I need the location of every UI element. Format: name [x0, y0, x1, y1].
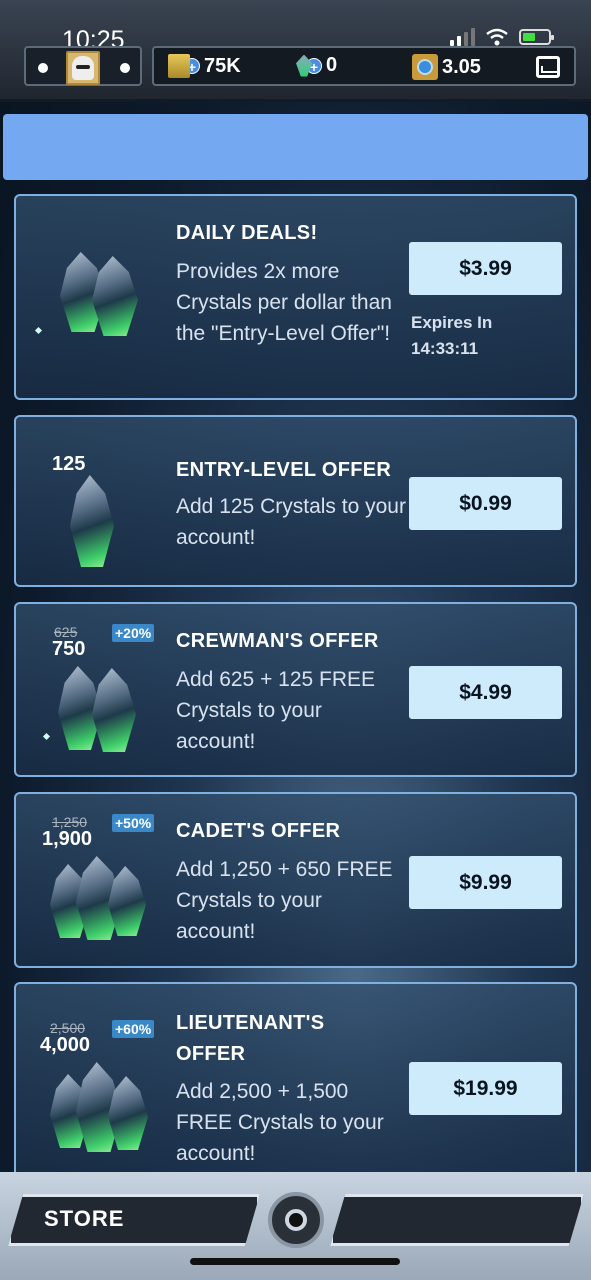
avatar[interactable] [66, 51, 100, 85]
offer-description: Add 625 + 125 FREE Crystals to your acco… [176, 668, 376, 753]
home-indicator[interactable] [190, 1258, 400, 1265]
status-icons [450, 28, 554, 46]
center-menu-button[interactable] [268, 1192, 324, 1248]
bottom-nav: STORE [0, 1172, 591, 1280]
trooper-helmet-icon [72, 56, 94, 80]
offer-title: CREWMAN'S OFFER [176, 630, 379, 652]
chip-icon [412, 54, 438, 80]
crystal-icon [92, 668, 136, 752]
dot-icon [38, 63, 48, 73]
header-banner [3, 114, 588, 180]
bonus-badge: +50% [112, 814, 155, 832]
crystal-icon [70, 475, 114, 567]
wifi-icon [486, 28, 508, 46]
buy-button[interactable]: $0.99 [409, 477, 562, 530]
crystal-amount: 125 [52, 453, 86, 475]
offer-description: Provides 2x more Crystals per dollar tha… [176, 260, 392, 345]
buy-button[interactable]: $3.99 [409, 242, 562, 295]
crystal-icon [92, 256, 138, 336]
offer-title: DAILY DEALS! [176, 222, 318, 244]
crystals-value: 0 [326, 54, 338, 76]
credits-value: 75K [204, 54, 241, 77]
bonus-badge: +60% [112, 1020, 155, 1038]
offer-card-lieutenant: 2,500 +60% 4,000 LIEUTENANT'S OFFER Add … [14, 982, 577, 1182]
store-tab-label: STORE [44, 1206, 125, 1231]
bonus-badge: +20% [112, 624, 155, 642]
buy-button[interactable]: $19.99 [409, 1062, 562, 1115]
crystal-amount: 1,900 [42, 828, 93, 850]
dot-icon [120, 63, 130, 73]
offer-title: CADET'S OFFER [176, 820, 341, 842]
offer-title: LIEUTENANT'S OFFER [176, 1012, 325, 1065]
currency-bar: + 75K + 0 3.05 [152, 46, 576, 86]
offer-card-daily-deals: DAILY DEALS! Provides 2x more Crystals p… [14, 194, 577, 400]
credits-icon [168, 54, 190, 78]
top-bar: 10:25 + 75K + 0 3.05 [0, 0, 591, 102]
offer-card-crewman: 625 +20% 750 CREWMAN'S OFFER Add 625 + 1… [14, 602, 577, 777]
signal-icon [450, 28, 475, 46]
sparkle-icon [34, 326, 43, 335]
offer-title: ENTRY-LEVEL OFFER [176, 459, 392, 481]
buy-button[interactable]: $9.99 [409, 856, 562, 909]
secondary-tab[interactable] [330, 1194, 584, 1246]
buy-button[interactable]: $4.99 [409, 666, 562, 719]
offer-card-entry-level: 125 ENTRY-LEVEL OFFER Add 125 Crystals t… [14, 415, 577, 587]
expires-time: 14:33:11 [411, 339, 479, 358]
inbox-icon[interactable] [536, 56, 560, 78]
offer-description: Add 1,250 + 650 FREE Crystals to your ac… [176, 858, 393, 943]
chips-display[interactable]: 3.05 [412, 54, 481, 80]
offer-card-cadet: 1,250 +50% 1,900 CADET'S OFFER Add 1,250… [14, 792, 577, 968]
credits-display[interactable]: + 75K [168, 54, 241, 78]
chips-value: 3.05 [442, 55, 481, 78]
menu-orb-icon [285, 1209, 307, 1231]
expires-label: Expires In [411, 313, 493, 332]
battery-icon [519, 29, 554, 45]
offer-description: Add 2,500 + 1,500 FREE Crystals to your … [176, 1080, 384, 1165]
sparkle-icon [42, 732, 51, 741]
crystal-amount: 4,000 [40, 1034, 91, 1056]
crystal-amount: 750 [52, 638, 86, 660]
player-profile[interactable] [24, 46, 142, 86]
offer-description: Add 125 Crystals to your account! [176, 495, 406, 549]
crystals-display[interactable]: + 0 [296, 54, 337, 77]
